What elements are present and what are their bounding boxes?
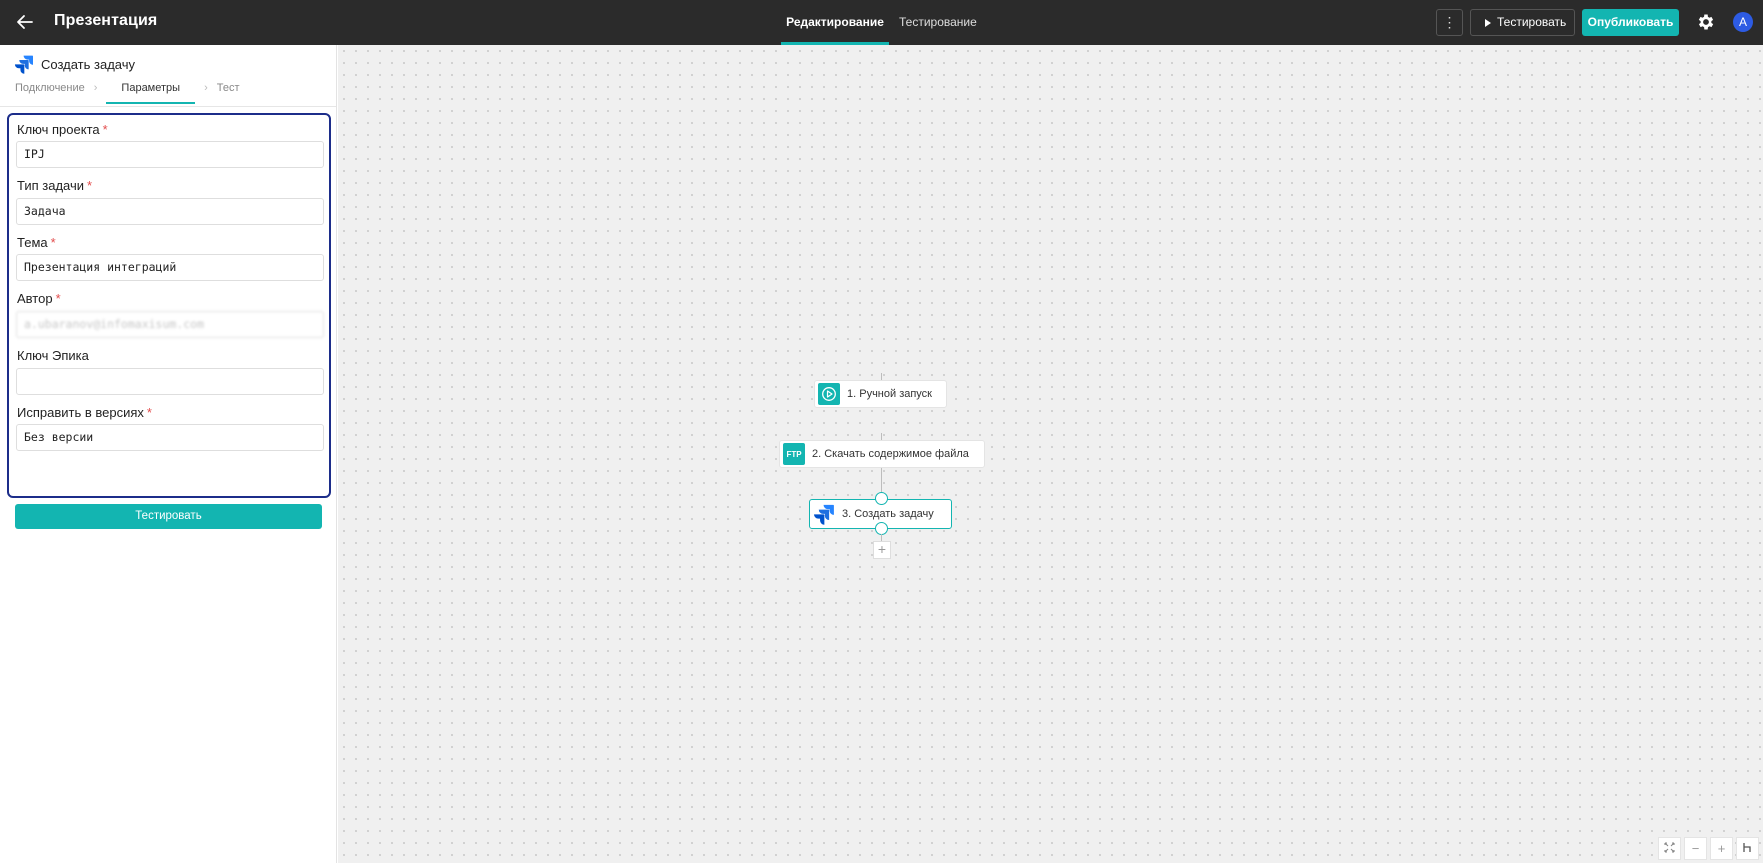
- tab-editing[interactable]: Редактирование: [781, 0, 889, 45]
- epic-key-input[interactable]: [16, 368, 324, 395]
- field-label-summary: Тема *: [17, 235, 56, 250]
- reporter-input[interactable]: a.ubaranov@infomaxisum.com: [16, 311, 324, 338]
- workflow-canvas[interactable]: 1. Ручной запуск FTP 2. Скачать содержим…: [338, 45, 1763, 863]
- step-settings-panel: Создать задачу Подключение › Параметры ›…: [0, 45, 337, 863]
- zoom-out-icon[interactable]: −: [1684, 837, 1707, 860]
- gear-icon[interactable]: [1696, 12, 1716, 32]
- step-test[interactable]: Тест: [217, 82, 240, 104]
- summary-input[interactable]: Презентация интеграций: [16, 254, 324, 281]
- node-label: 1. Ручной запуск: [847, 388, 932, 400]
- parameters-form: Ключ проекта * IPJ Тип задачи * Задача Тем…: [7, 113, 331, 498]
- issue-type-input[interactable]: Задача: [16, 198, 324, 225]
- step-breadcrumb: Подключение › Параметры › Тест: [15, 82, 240, 104]
- required-mark: *: [102, 122, 108, 137]
- mode-tabs: Редактирование Тестирование: [781, 0, 987, 45]
- field-label-fix-versions: Исправить в версиях *: [17, 405, 152, 420]
- add-step-button[interactable]: +: [873, 541, 891, 559]
- zoom-in-icon[interactable]: +: [1710, 837, 1733, 860]
- project-key-input[interactable]: IPJ: [16, 141, 324, 168]
- field-label-epic-key: Ключ Эпика: [17, 348, 89, 363]
- jira-icon: [814, 504, 834, 525]
- workflow-node-manual-trigger[interactable]: 1. Ручной запуск: [814, 380, 947, 408]
- connector-line: [881, 534, 882, 541]
- more-vertical-icon[interactable]: ⋮: [1436, 9, 1463, 36]
- play-icon: [1485, 19, 1491, 27]
- required-mark: *: [87, 178, 93, 193]
- required-mark: *: [55, 291, 61, 306]
- panel-header: Создать задачу: [14, 53, 135, 75]
- avatar[interactable]: A: [1733, 12, 1753, 32]
- field-label-reporter: Автор *: [17, 291, 61, 306]
- workflow-node-ftp-download[interactable]: FTP 2. Скачать содержимое файла: [779, 440, 985, 468]
- step-parameters[interactable]: Параметры: [106, 82, 196, 104]
- publish-button[interactable]: Опубликовать: [1582, 9, 1679, 36]
- test-run-label: Тестировать: [1497, 15, 1567, 29]
- chevron-right-icon: ›: [204, 82, 208, 94]
- arrow-left-icon[interactable]: [14, 11, 36, 33]
- play-circle-icon: [818, 383, 840, 405]
- canvas-controls: − +: [1658, 837, 1759, 860]
- test-run-button[interactable]: Тестировать: [1470, 9, 1575, 36]
- panel-title: Создать задачу: [41, 56, 136, 72]
- ftp-icon: FTP: [783, 443, 805, 465]
- chevron-right-icon: ›: [93, 82, 98, 94]
- field-label-issue-type: Тип задачи *: [17, 178, 93, 193]
- node-input-port[interactable]: [875, 492, 888, 505]
- test-step-button[interactable]: Тестировать: [15, 504, 322, 529]
- node-label: 3. Создать задачу: [842, 508, 934, 520]
- step-connection[interactable]: Подключение: [15, 82, 85, 104]
- fit-screen-icon[interactable]: [1658, 837, 1681, 860]
- page-title: Презентация: [54, 12, 158, 29]
- jira-icon: [14, 55, 33, 74]
- top-bar: Презентация Редактирование Тестирование …: [0, 0, 1763, 45]
- fix-versions-input[interactable]: Без версии: [16, 424, 324, 451]
- layout-icon[interactable]: [1736, 837, 1759, 860]
- required-mark: *: [50, 235, 56, 250]
- tab-testing[interactable]: Тестирование: [889, 0, 987, 45]
- divider: [0, 106, 336, 107]
- field-label-project-key: Ключ проекта *: [17, 122, 108, 137]
- node-label: 2. Скачать содержимое файла: [812, 448, 969, 460]
- required-mark: *: [146, 405, 152, 420]
